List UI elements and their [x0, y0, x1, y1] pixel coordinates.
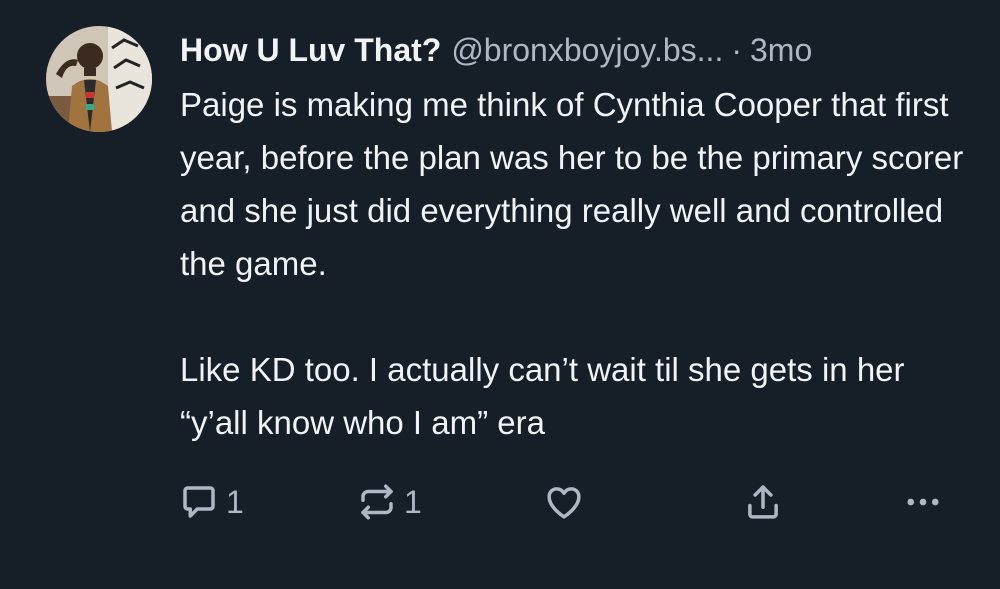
- post-paragraph: Paige is making me think of Cynthia Coop…: [180, 86, 964, 282]
- post-text: Paige is making me think of Cynthia Coop…: [180, 78, 970, 449]
- like-button[interactable]: [543, 474, 585, 530]
- author-handle[interactable]: @bronxboyjoy.bs...: [451, 26, 723, 74]
- user-avatar-icon: [46, 26, 152, 132]
- author-display-name[interactable]: How U Luv That?: [180, 26, 441, 74]
- post-timestamp[interactable]: 3mo: [750, 26, 812, 74]
- share-icon: [748, 485, 778, 519]
- reply-count: 1: [226, 483, 244, 520]
- repost-count: 1: [404, 483, 422, 520]
- share-button[interactable]: [742, 474, 784, 530]
- more-icon: [907, 498, 939, 506]
- repost-icon: [361, 484, 393, 520]
- author-avatar[interactable]: [46, 26, 152, 132]
- like-icon: [547, 487, 581, 519]
- header-separator: ·: [731, 32, 742, 68]
- post-paragraph: Like KD too. I actually can’t wait til s…: [180, 351, 905, 441]
- repost-button[interactable]: 1: [356, 474, 422, 530]
- post-actions: 1 1: [0, 474, 1000, 530]
- post-card[interactable]: How U Luv That? @bronxboyjoy.bs... · 3mo…: [0, 0, 1000, 589]
- reply-icon: [183, 486, 215, 518]
- post-content: How U Luv That? @bronxboyjoy.bs... · 3mo…: [180, 26, 970, 449]
- more-options-button[interactable]: [902, 474, 944, 530]
- post-header: How U Luv That? @bronxboyjoy.bs... · 3mo: [180, 26, 970, 74]
- reply-button[interactable]: 1: [178, 474, 244, 530]
